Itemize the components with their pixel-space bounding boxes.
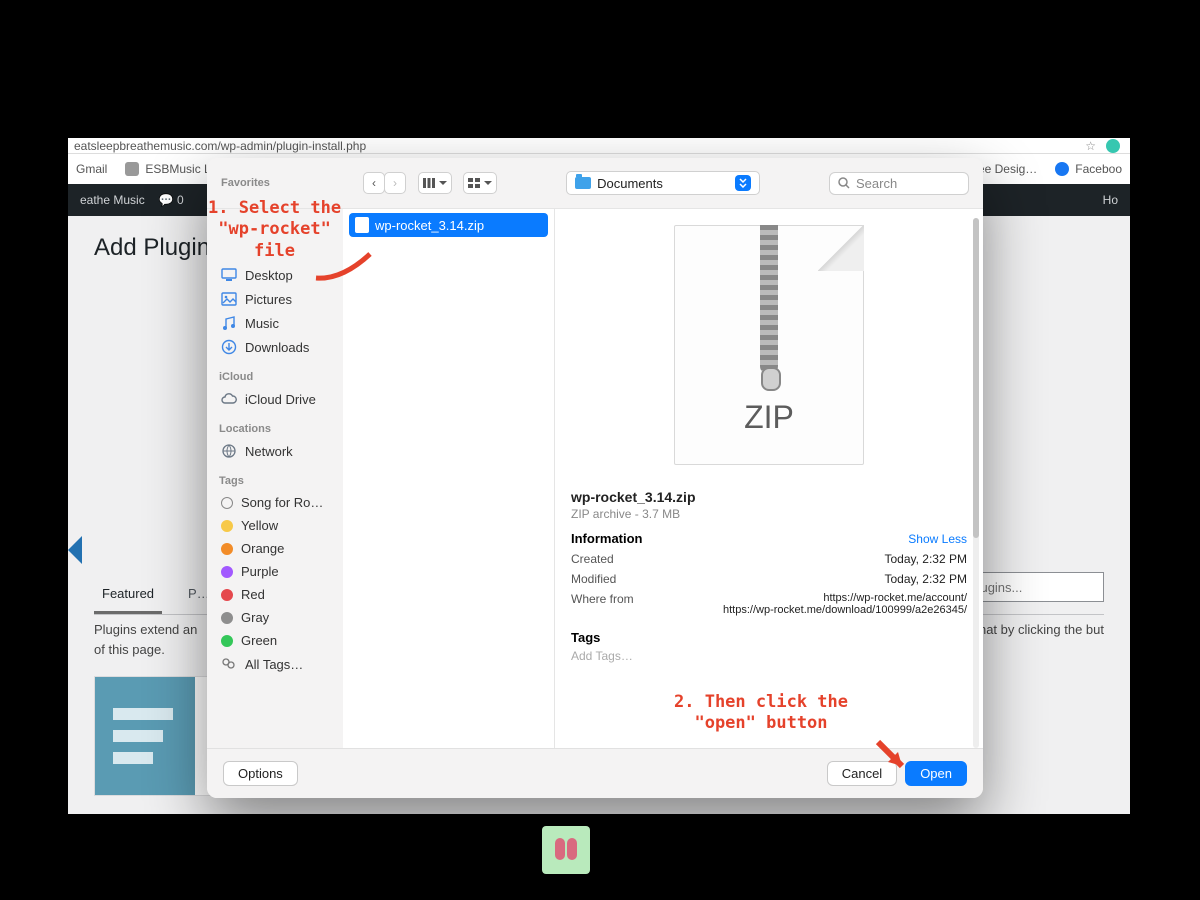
bookmark-facebook[interactable]: Faceboo bbox=[1055, 162, 1122, 176]
annotation-arrow-1 bbox=[312, 244, 384, 284]
wherefrom-url-1: https://wp-rocket.me/account/ bbox=[723, 592, 967, 604]
plugin-card-icon bbox=[95, 677, 195, 795]
sidebar-item-all-tags[interactable]: All Tags… bbox=[219, 652, 337, 676]
sidebar-item-icloud-drive[interactable]: iCloud Drive bbox=[219, 387, 337, 411]
url-text: eatsleepbreathemusic.com/wp-admin/plugin… bbox=[74, 139, 366, 153]
tag-dot-icon bbox=[221, 566, 233, 578]
headphones-icon bbox=[125, 162, 139, 176]
options-button[interactable]: Options bbox=[223, 761, 298, 786]
tag-label: Green bbox=[241, 633, 277, 648]
bookmark-star-icon[interactable]: ☆ bbox=[1085, 138, 1096, 154]
annotation-step2: 2. Then click the "open" button bbox=[674, 692, 848, 735]
dialog-sidebar: Desktop Pictures Music Downloads iCloud … bbox=[207, 209, 343, 748]
sidebar-group-icloud: iCloud bbox=[219, 371, 337, 383]
tag-dot-icon bbox=[221, 497, 233, 509]
wp-howdy[interactable]: Ho bbox=[1103, 193, 1118, 207]
file-icon bbox=[355, 217, 369, 233]
search-icon bbox=[838, 177, 850, 189]
columns-icon bbox=[423, 178, 435, 188]
grid-icon bbox=[468, 178, 480, 188]
tag-dot-icon bbox=[221, 589, 233, 601]
location-chevron-icon bbox=[735, 175, 751, 191]
dialog-footer: Options Cancel Open bbox=[207, 748, 983, 798]
bookmark-gmail[interactable]: Gmail bbox=[76, 162, 107, 176]
tag-label: Yellow bbox=[241, 518, 278, 533]
preview-filename: wp-rocket_3.14.zip bbox=[571, 489, 967, 505]
downloads-icon bbox=[221, 339, 237, 355]
info-wherefrom-label: Where from bbox=[571, 592, 634, 606]
location-dropdown[interactable]: Documents bbox=[566, 171, 760, 195]
folder-icon bbox=[575, 177, 591, 189]
nav-back-button[interactable]: ‹ bbox=[363, 172, 385, 194]
file-name: wp-rocket_3.14.zip bbox=[375, 218, 484, 233]
show-less-link[interactable]: Show Less bbox=[908, 532, 967, 546]
sidebar-tag-3[interactable]: Purple bbox=[219, 560, 337, 583]
cloud-icon bbox=[221, 391, 237, 407]
file-list-column: wp-rocket_3.14.zip bbox=[343, 209, 555, 748]
network-icon bbox=[221, 443, 237, 459]
tag-label: Song for Ro… bbox=[241, 495, 323, 510]
sidebar-item-network[interactable]: Network bbox=[219, 439, 337, 463]
sidebar-group-locations: Locations bbox=[219, 423, 337, 435]
url-bar: eatsleepbreathemusic.com/wp-admin/plugin… bbox=[68, 138, 1130, 154]
view-columns-button[interactable] bbox=[418, 172, 452, 194]
nav-forward-button[interactable]: › bbox=[384, 172, 406, 194]
tag-dot-icon bbox=[221, 520, 233, 532]
wp-sidebar-collapse-icon[interactable] bbox=[68, 536, 82, 564]
tab-featured[interactable]: Featured bbox=[94, 576, 162, 614]
tag-dot-icon bbox=[221, 543, 233, 555]
sidebar-item-pictures[interactable]: Pictures bbox=[219, 287, 337, 311]
preview-pane: ZIP wp-rocket_3.14.zip ZIP archive - 3.7… bbox=[555, 209, 983, 748]
tag-label: Purple bbox=[241, 564, 279, 579]
info-created-label: Created bbox=[571, 552, 614, 566]
sidebar-tag-2[interactable]: Orange bbox=[219, 537, 337, 560]
zip-thumbnail: ZIP bbox=[674, 225, 864, 465]
annotation-arrow-2 bbox=[872, 736, 912, 776]
tag-label: Gray bbox=[241, 610, 269, 625]
sidebar-tag-0[interactable]: Song for Ro… bbox=[219, 491, 337, 514]
preview-subtitle: ZIP archive - 3.7 MB bbox=[571, 507, 967, 521]
music-icon bbox=[221, 315, 237, 331]
favorites-label: Favorites bbox=[221, 177, 351, 189]
tag-label: Orange bbox=[241, 541, 284, 556]
profile-avatar[interactable] bbox=[1106, 139, 1120, 153]
tag-label: Red bbox=[241, 587, 265, 602]
wp-comments-icon[interactable]: 💬 0 bbox=[159, 193, 184, 207]
tag-dot-icon bbox=[221, 635, 233, 647]
view-group-button[interactable] bbox=[463, 172, 497, 194]
file-row-selected[interactable]: wp-rocket_3.14.zip bbox=[349, 213, 548, 237]
desktop-icon bbox=[221, 267, 237, 283]
dialog-search-input[interactable]: Search bbox=[829, 172, 969, 195]
preview-tags-label: Tags bbox=[571, 630, 967, 645]
info-modified-value: Today, 2:32 PM bbox=[885, 572, 968, 586]
sidebar-group-tags: Tags bbox=[219, 475, 337, 487]
info-modified-label: Modified bbox=[571, 572, 616, 586]
sidebar-tag-6[interactable]: Green bbox=[219, 629, 337, 652]
wp-site-name[interactable]: eathe Music bbox=[80, 193, 145, 207]
preview-add-tags[interactable]: Add Tags… bbox=[571, 649, 967, 663]
location-label: Documents bbox=[597, 176, 663, 191]
sidebar-item-music[interactable]: Music bbox=[219, 311, 337, 335]
sidebar-tag-1[interactable]: Yellow bbox=[219, 514, 337, 537]
sidebar-tag-5[interactable]: Gray bbox=[219, 606, 337, 629]
wherefrom-url-2: https://wp-rocket.me/download/100999/a2e… bbox=[723, 604, 967, 616]
pictures-icon bbox=[221, 291, 237, 307]
watermark-logo bbox=[542, 826, 590, 874]
sidebar-tag-4[interactable]: Red bbox=[219, 583, 337, 606]
sidebar-item-downloads[interactable]: Downloads bbox=[219, 335, 337, 359]
info-created-value: Today, 2:32 PM bbox=[885, 552, 968, 566]
facebook-icon bbox=[1055, 162, 1069, 176]
open-button[interactable]: Open bbox=[905, 761, 967, 786]
all-tags-icon bbox=[221, 656, 237, 672]
tag-dot-icon bbox=[221, 612, 233, 624]
info-label: Information bbox=[571, 531, 643, 546]
dialog-scrollbar[interactable] bbox=[973, 218, 979, 748]
